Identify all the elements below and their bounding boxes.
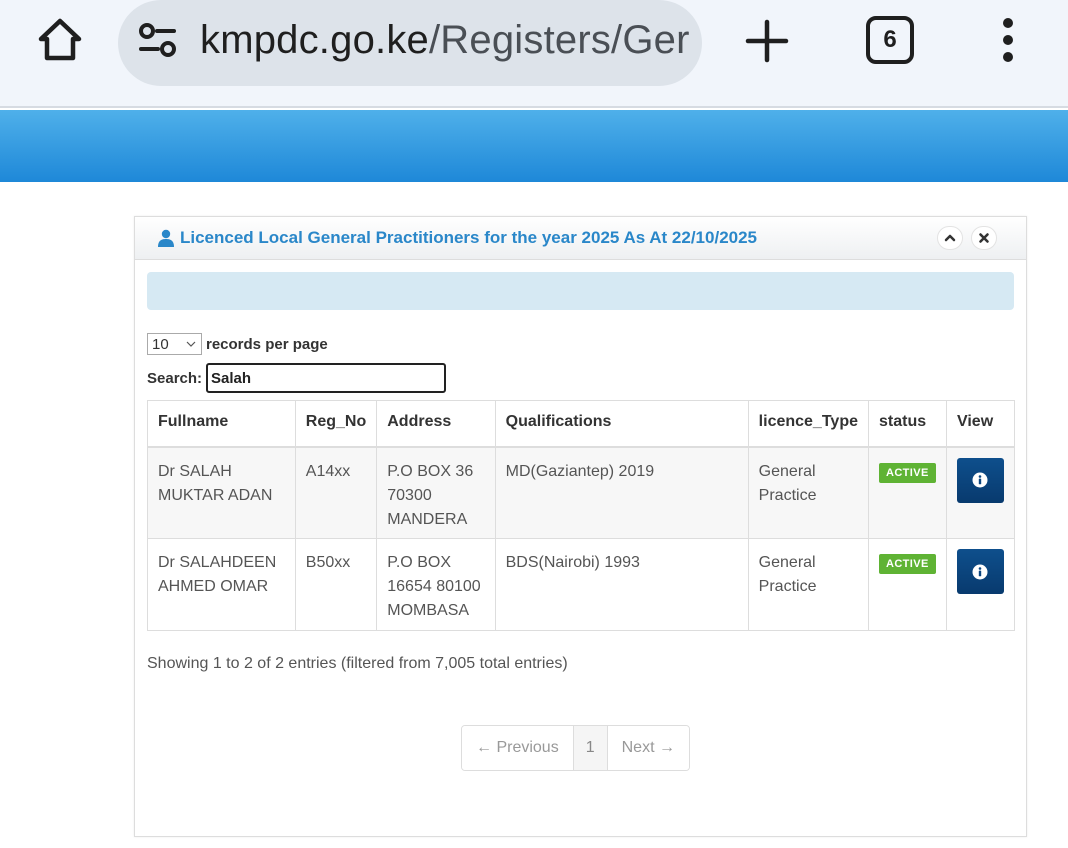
search-input[interactable] bbox=[206, 363, 447, 393]
search-label: Search: bbox=[147, 369, 203, 387]
cell-address: P.O BOX 36 70300 MANDERA bbox=[376, 446, 496, 539]
home-button[interactable] bbox=[34, 14, 86, 66]
column-header-view[interactable]: View bbox=[945, 400, 1016, 448]
column-header-fullname[interactable]: Fullname bbox=[147, 400, 296, 448]
table-row: Dr SALAHDEEN AHMED OMAR B50xx P.O BOX 16… bbox=[147, 538, 1016, 631]
search-control: Search: bbox=[147, 363, 447, 393]
table-header-row: Fullname Reg_No Address Qualifications l… bbox=[147, 400, 1016, 448]
cell-reg-no: B50xx bbox=[294, 538, 378, 631]
cell-qualifications: BDS(Nairobi) 1993 bbox=[494, 538, 749, 631]
page-length-select[interactable]: 10 bbox=[147, 333, 202, 355]
cell-address: P.O BOX 16654 80100 MOMBASA bbox=[376, 538, 496, 631]
url-text[interactable]: kmpdc.go.ke/Registers/Ger bbox=[200, 12, 690, 68]
site-settings-icon[interactable] bbox=[136, 18, 180, 62]
cell-qualifications: MD(Gaziantep) 2019 bbox=[494, 446, 749, 539]
cell-reg-no: A14xx bbox=[294, 446, 378, 539]
close-button[interactable] bbox=[971, 226, 997, 250]
status-badge: ACTIVE bbox=[878, 462, 936, 483]
pagination-next[interactable]: Next → bbox=[607, 726, 689, 770]
records-table: Fullname Reg_No Address Qualifications l… bbox=[147, 400, 1016, 631]
chevron-down-icon bbox=[186, 341, 196, 347]
page-length-label: records per page bbox=[206, 335, 328, 353]
table-summary: Showing 1 to 2 of 2 entries (filtered fr… bbox=[147, 655, 568, 672]
cell-view bbox=[945, 538, 1016, 631]
info-icon bbox=[972, 564, 988, 579]
page-length-control: 10 records per page bbox=[147, 333, 328, 355]
cell-licence-type: General Practice bbox=[747, 538, 869, 631]
pagination-previous[interactable]: ← Previous bbox=[462, 726, 574, 770]
widget-title-text: Licenced Local General Practitioners for… bbox=[180, 228, 758, 247]
url-host: kmpdc.go.ke bbox=[200, 18, 429, 62]
widget-header: Licenced Local General Practitioners for… bbox=[135, 217, 1026, 260]
cell-status: ACTIVE bbox=[867, 538, 947, 631]
cell-fullname: Dr SALAHDEEN AHMED OMAR bbox=[147, 538, 296, 631]
view-details-button[interactable] bbox=[956, 549, 1004, 594]
url-path: /Registers/Ger bbox=[428, 18, 690, 62]
table-row: Dr SALAH MUKTAR ADAN A14xx P.O BOX 36 70… bbox=[147, 446, 1016, 539]
address-bar[interactable]: kmpdc.go.ke/Registers/Ger bbox=[118, 0, 702, 86]
column-header-status[interactable]: status bbox=[867, 400, 947, 448]
collapse-button[interactable] bbox=[937, 226, 963, 250]
tab-switcher-button[interactable]: 6 bbox=[866, 16, 914, 64]
cell-fullname: Dr SALAH MUKTAR ADAN bbox=[147, 446, 296, 539]
cell-licence-type: General Practice bbox=[747, 446, 869, 539]
register-widget: Licenced Local General Practitioners for… bbox=[134, 216, 1027, 837]
column-header-address[interactable]: Address bbox=[376, 400, 496, 448]
user-icon bbox=[158, 229, 174, 247]
info-alert bbox=[147, 272, 1014, 310]
widget-title: Licenced Local General Practitioners for… bbox=[157, 228, 757, 248]
column-header-qualifications[interactable]: Qualifications bbox=[494, 400, 749, 448]
page-length-value: 10 bbox=[152, 335, 169, 353]
chevron-up-icon bbox=[944, 234, 956, 242]
pagination: ← Previous 1 Next → bbox=[461, 725, 690, 771]
column-header-reg-no[interactable]: Reg_No bbox=[294, 400, 378, 448]
cell-view bbox=[945, 446, 1016, 539]
cell-status: ACTIVE bbox=[867, 446, 947, 539]
more-options-icon[interactable] bbox=[996, 14, 1020, 66]
browser-toolbar: kmpdc.go.ke/Registers/Ger 6 bbox=[0, 0, 1068, 108]
view-details-button[interactable] bbox=[956, 457, 1004, 503]
info-icon bbox=[972, 472, 988, 488]
pagination-page-current[interactable]: 1 bbox=[573, 726, 608, 770]
close-icon bbox=[979, 233, 989, 243]
site-header-band bbox=[0, 110, 1068, 182]
column-header-licence-type[interactable]: licence_Type bbox=[747, 400, 869, 448]
plus-icon[interactable] bbox=[742, 16, 792, 66]
status-badge: ACTIVE bbox=[878, 554, 936, 574]
home-icon bbox=[38, 18, 82, 61]
